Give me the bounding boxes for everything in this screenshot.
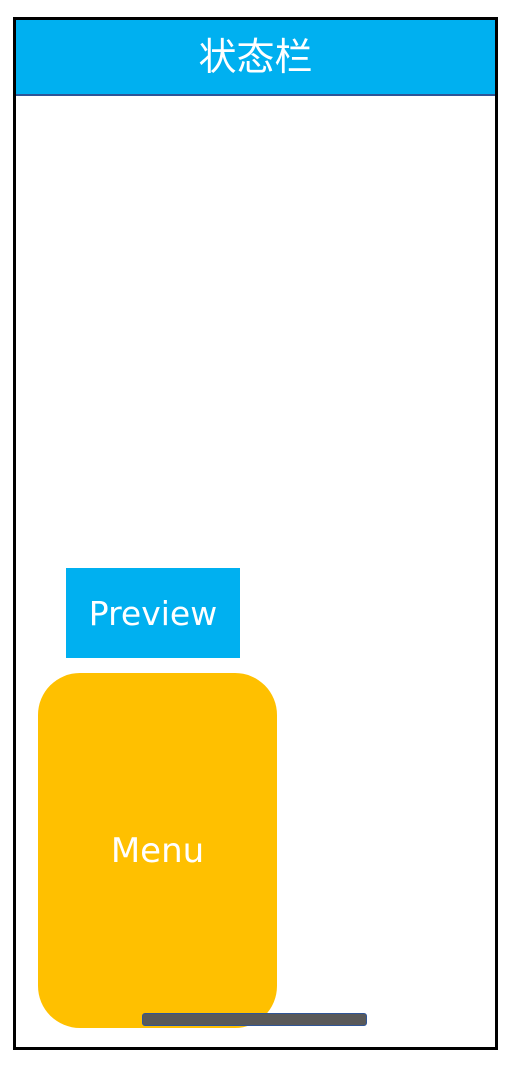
phone-frame: 状态栏 Preview Menu: [13, 17, 498, 1050]
menu-label: Menu: [110, 830, 205, 871]
home-indicator: [142, 1013, 367, 1026]
status-bar: 状态栏: [16, 20, 495, 96]
status-bar-label: 状态栏: [198, 35, 313, 79]
preview-label: Preview: [88, 593, 218, 633]
preview-box: Preview: [66, 568, 240, 658]
menu-box: Menu: [38, 673, 277, 1028]
